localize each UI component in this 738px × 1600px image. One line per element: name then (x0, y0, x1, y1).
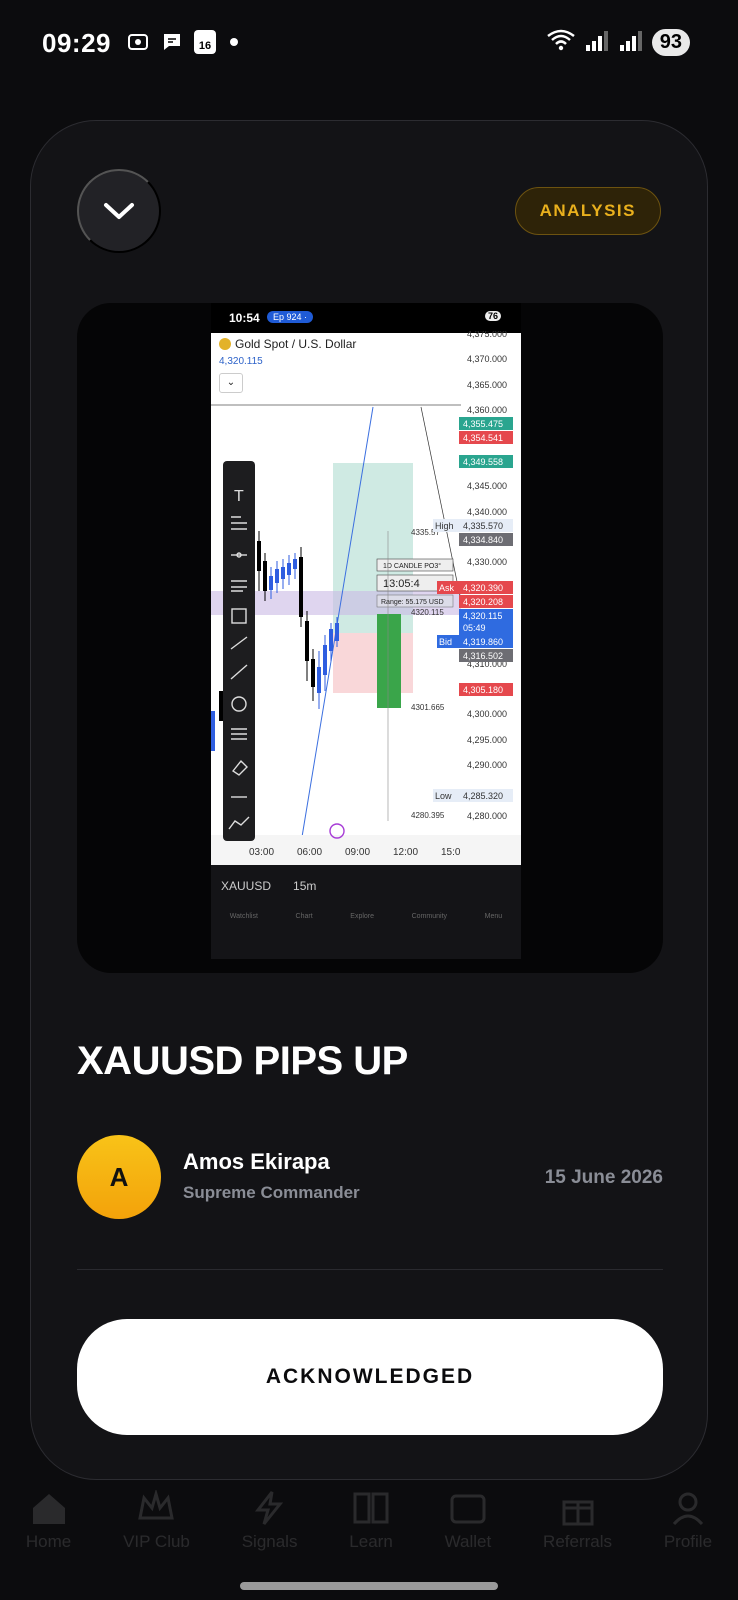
price-axis: 4,375.000 4,370.000 4,365.000 4,360.000 … (467, 331, 507, 821)
wifi-icon (546, 28, 576, 57)
post-date: 15 June 2026 (544, 1167, 663, 1188)
level-low: 4301.665 (411, 703, 445, 712)
time-2: 09:00 (345, 847, 370, 858)
time-1: 06:00 (297, 847, 322, 858)
axis-price-2: 4,365.000 (467, 380, 507, 390)
tag-low: 4,285.320 (463, 791, 503, 801)
analysis-modal: ANALYSIS 10:54 Ep 924 · 76 4,375.000 4,3… (30, 120, 708, 1480)
user-icon (672, 1492, 704, 1526)
acknowledge-button[interactable]: ACKNOWLEDGED (77, 1319, 663, 1435)
tag-low-label: Low (435, 791, 452, 801)
chart-canvas: 4,375.000 4,370.000 4,365.000 4,360.000 … (211, 331, 521, 867)
tag-p1: 4,355.475 (463, 419, 503, 429)
tag-cur: 4,320.115 (463, 611, 502, 621)
signal-icon (584, 29, 610, 56)
chevron-down-icon: ⌄ (219, 373, 243, 393)
more-notifications-dot (230, 38, 238, 46)
green-block (377, 614, 401, 708)
annotation-range: Range: 55.175 USD (381, 599, 444, 606)
notification-icons: 16 (126, 30, 238, 54)
axis-price-4: 4,345.000 (467, 481, 507, 491)
bg-nav-home: Home (26, 1490, 71, 1600)
message-icon (160, 30, 184, 54)
tag-cur-time: 05:49 (463, 623, 486, 633)
time-0: 03:00 (249, 847, 274, 858)
tag-bid-label: Bid (439, 637, 452, 647)
tag-p4: 4,334.840 (463, 535, 503, 545)
axis-price-0: 4,375.000 (467, 331, 507, 339)
annotation-timer: 13:05:4 (383, 578, 420, 590)
annotation-candle: 1D CANDLE PO3° (383, 562, 441, 570)
crown-icon (138, 1490, 175, 1520)
clock: 09:29 (42, 28, 111, 58)
book-icon (353, 1492, 389, 1524)
axis-price-5: 4,340.000 (467, 507, 507, 517)
axis-price-3: 4,360.000 (467, 405, 507, 415)
axis-price-8: 4,300.000 (467, 709, 507, 719)
home-indicator[interactable] (240, 1582, 498, 1590)
tag-ask: 4,320.390 (463, 583, 503, 593)
level-mid: 4320.115 (411, 608, 444, 617)
lightning-icon (254, 1491, 283, 1525)
screenshot-icon (126, 30, 150, 54)
tag-bid: 4,319.860 (463, 637, 503, 647)
wallet-icon (450, 1494, 486, 1524)
bg-nav-profile: Profile (664, 1490, 712, 1600)
tag-p6: 4,316.502 (463, 651, 503, 661)
bg-nav-referrals: Referrals (543, 1490, 612, 1600)
time-3: 12:00 (393, 847, 418, 858)
chart-screenshot: 10:54 Ep 924 · 76 4,375.000 4,370.000 4,… (211, 303, 521, 959)
battery-level: 93 (651, 29, 690, 56)
drawing-toolbar: T (223, 461, 255, 841)
category-badge: ANALYSIS (514, 187, 661, 235)
divider (77, 1269, 663, 1270)
shot-symbol: Gold Spot / U.S. Dollar (219, 337, 356, 351)
axis-price-1: 4,370.000 (467, 354, 507, 364)
collapse-button[interactable] (77, 169, 161, 253)
svg-text:T: T (234, 488, 244, 505)
author-row: A Amos Ekirapa Supreme Commander 15 June… (77, 1135, 663, 1221)
tag-p5: 4,320.208 (463, 597, 503, 607)
time-4: 15:0 (441, 847, 461, 858)
shot-status-bar: 10:54 Ep 924 · 76 (211, 303, 521, 333)
axis-price-6: 4,330.000 (467, 557, 507, 567)
tag-p7: 4,305.180 (463, 685, 503, 695)
chevron-down-icon (104, 203, 134, 219)
avatar: A (77, 1135, 161, 1219)
author-role: Supreme Commander (183, 1183, 360, 1202)
shot-bottom-bar: XAUUSD 15m Watchlist Chart Explore Commu… (211, 865, 521, 959)
analysis-image[interactable]: 10:54 Ep 924 · 76 4,375.000 4,370.000 4,… (77, 303, 663, 973)
axis-price-10: 4,290.000 (467, 760, 507, 770)
home-icon (32, 1494, 65, 1524)
tag-p2: 4,354.541 (463, 433, 503, 443)
tag-high-label: High (435, 521, 454, 531)
tag-high: 4,335.570 (463, 521, 503, 531)
level-bottom: 4280.395 (411, 811, 445, 820)
shot-price: 4,320.115 (219, 356, 263, 367)
gold-icon (219, 338, 231, 350)
calendar-icon: 16 (194, 30, 216, 54)
tag-p3: 4,349.558 (463, 457, 503, 467)
author-name: Amos Ekirapa (183, 1149, 330, 1174)
status-bar: 09:29 16 93 (0, 0, 738, 90)
tag-ask-label: Ask (439, 583, 455, 593)
signal-icon-2 (618, 29, 644, 56)
bg-nav-vip: VIP Club (123, 1490, 190, 1600)
axis-price-11: 4,280.000 (467, 811, 507, 821)
axis-price-9: 4,295.000 (467, 735, 507, 745)
gift-icon (562, 1500, 594, 1526)
post-title: XAUUSD PIPS UP (77, 1039, 408, 1083)
